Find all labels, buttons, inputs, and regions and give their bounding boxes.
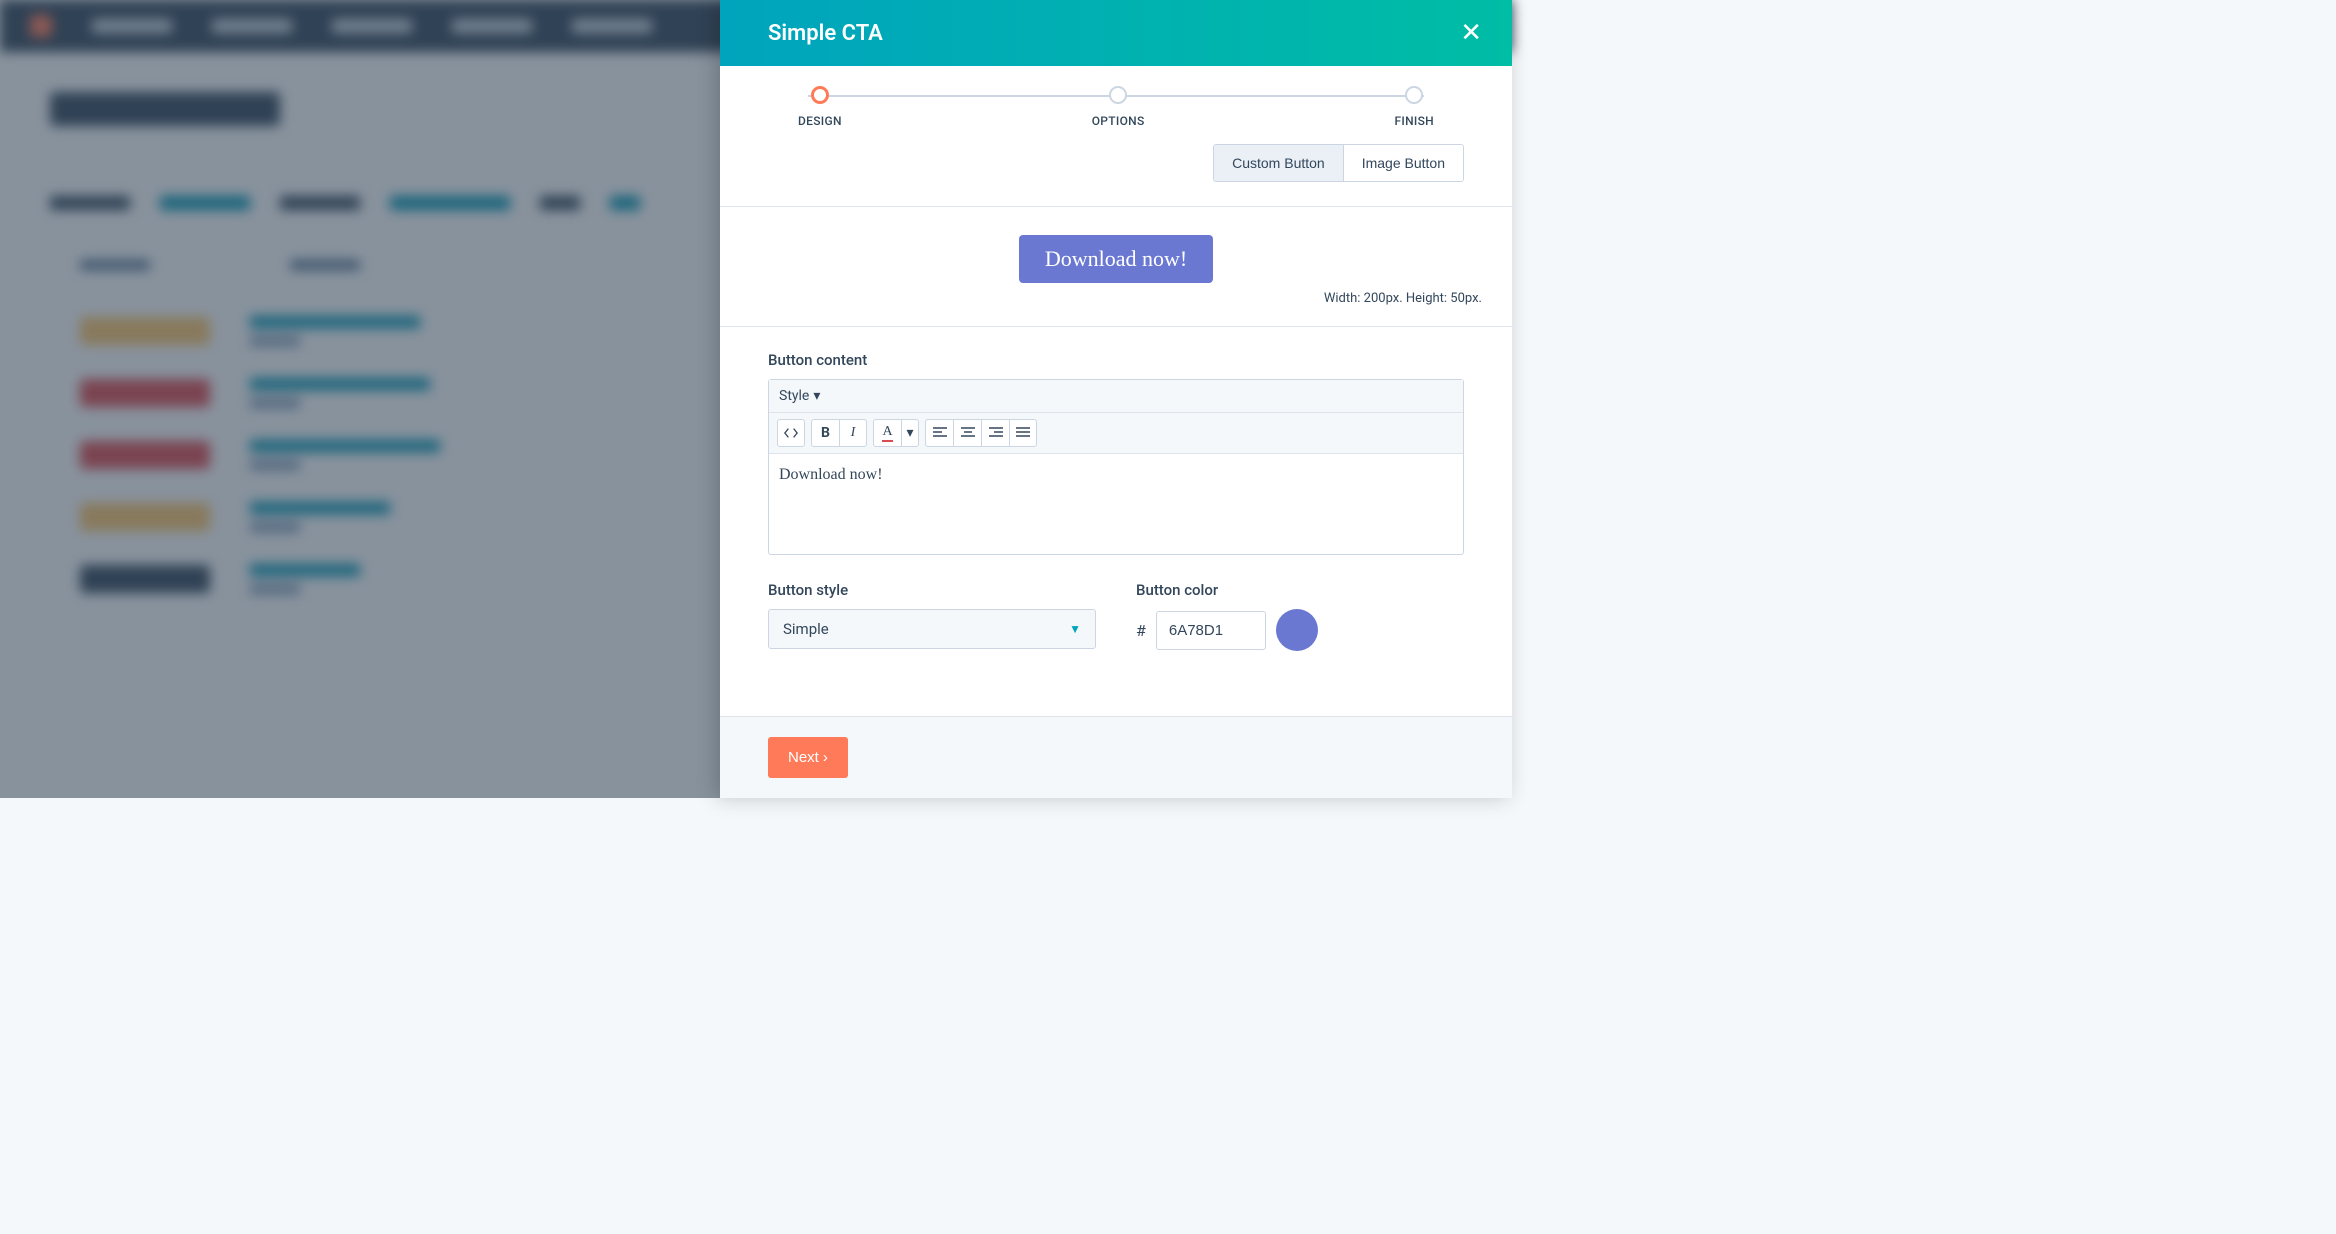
align-center-icon[interactable] [953, 419, 981, 447]
editor-toolbar: B I A ▾ [769, 413, 1463, 454]
chevron-down-icon: ▼ [1069, 622, 1081, 636]
align-justify-icon[interactable] [1009, 419, 1037, 447]
step-dot-icon [1109, 86, 1127, 104]
step-dot-icon [811, 86, 829, 104]
step-design[interactable]: DESIGN [798, 86, 842, 128]
step-dot-icon [1405, 86, 1423, 104]
style-dropdown[interactable]: Style ▾ [769, 380, 1463, 413]
step-label: DESIGN [798, 114, 842, 128]
drawer-header: Simple CTA ✕ [720, 0, 1512, 66]
button-style-select[interactable]: Simple ▼ [768, 609, 1096, 649]
step-label: OPTIONS [1092, 114, 1145, 128]
step-label: FINISH [1395, 114, 1435, 128]
close-icon[interactable]: ✕ [1460, 20, 1482, 46]
step-options[interactable]: OPTIONS [1092, 86, 1145, 128]
align-left-icon[interactable] [925, 419, 953, 447]
chevron-down-icon: ▾ [813, 388, 820, 404]
preview-cta-button: Download now! [1019, 235, 1213, 283]
source-code-icon[interactable] [777, 419, 805, 447]
button-type-toggle: Custom Button Image Button [1213, 144, 1464, 182]
step-finish[interactable]: FINISH [1395, 86, 1435, 128]
wizard-steps-section: DESIGN OPTIONS FINISH Custom Button Imag… [720, 66, 1512, 207]
text-color-icon[interactable]: A [873, 419, 901, 447]
drawer-footer: Next › [720, 716, 1512, 798]
wizard-steps: DESIGN OPTIONS FINISH [798, 86, 1434, 128]
style-dropdown-label: Style [779, 388, 809, 404]
button-content-input[interactable]: Download now! [769, 454, 1463, 554]
button-preview: Download now! Width: 200px. Height: 50px… [720, 207, 1512, 327]
custom-button-option[interactable]: Custom Button [1214, 145, 1343, 181]
form-area: Button content Style ▾ B I A ▾ [720, 327, 1512, 716]
next-button-label: Next [788, 749, 819, 766]
rich-text-editor: Style ▾ B I A ▾ [768, 379, 1464, 555]
preview-dimensions: Width: 200px. Height: 50px. [720, 283, 1512, 316]
button-content-label: Button content [768, 351, 1464, 369]
align-right-icon[interactable] [981, 419, 1009, 447]
image-button-option[interactable]: Image Button [1343, 145, 1463, 181]
button-style-value: Simple [783, 620, 829, 638]
text-color-dropdown-icon[interactable]: ▾ [901, 419, 919, 447]
button-color-input[interactable] [1156, 611, 1266, 650]
button-style-label: Button style [768, 581, 1096, 599]
bold-icon[interactable]: B [811, 419, 839, 447]
next-button[interactable]: Next › [768, 737, 848, 778]
hash-symbol: # [1136, 621, 1146, 640]
drawer-title: Simple CTA [768, 21, 883, 46]
italic-icon[interactable]: I [839, 419, 867, 447]
cta-editor-drawer: Simple CTA ✕ DESIGN OPTIONS FINISH Custo… [720, 0, 1512, 798]
color-swatch[interactable] [1276, 609, 1318, 651]
button-color-label: Button color [1136, 581, 1464, 599]
chevron-right-icon: › [823, 749, 828, 766]
